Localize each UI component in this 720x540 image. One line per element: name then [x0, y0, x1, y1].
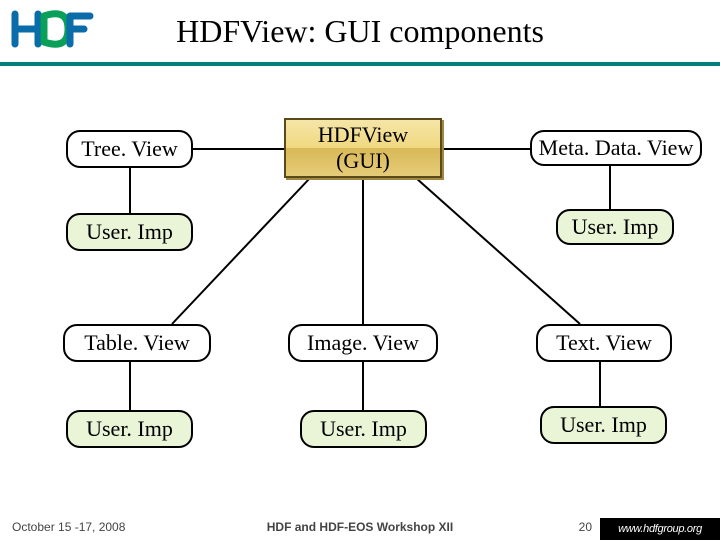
node-hdfview-gui: HDFView (GUI): [284, 118, 442, 178]
slide-title: HDFView: GUI components: [0, 13, 720, 50]
label-user-imp-bc: User. Imp: [320, 416, 407, 442]
label-user-imp-br: User. Imp: [560, 412, 647, 438]
node-user-imp-bottom-left: User. Imp: [66, 410, 193, 448]
label-text-view: Text. View: [556, 330, 652, 356]
label-table-view: Table. View: [84, 330, 189, 356]
footer: October 15 -17, 2008 HDF and HDF-EOS Wor…: [0, 514, 720, 540]
label-image-view: Image. View: [307, 330, 419, 356]
label-meta-data-view: Meta. Data. View: [539, 135, 694, 161]
node-image-view: Image. View: [288, 324, 438, 362]
node-meta-data-view: Meta. Data. View: [530, 130, 702, 166]
label-user-imp-tr: User. Imp: [572, 214, 659, 240]
node-tree-view: Tree. View: [66, 130, 193, 168]
label-user-imp-tl: User. Imp: [86, 219, 173, 245]
node-user-imp-top-left: User. Imp: [66, 213, 193, 251]
node-table-view: Table. View: [63, 324, 211, 362]
title-bar: HDFView: GUI components: [0, 0, 720, 66]
node-user-imp-bottom-center: User. Imp: [300, 410, 427, 448]
node-user-imp-top-right: User. Imp: [556, 209, 674, 245]
diagram-area: HDFView (GUI) Tree. View Meta. Data. Vie…: [0, 66, 720, 486]
node-text-view: Text. View: [536, 324, 672, 362]
central-line2: (GUI): [336, 148, 390, 174]
footer-page-number: 20: [579, 520, 592, 534]
footer-url: www.hdfgroup.org: [600, 518, 720, 540]
node-user-imp-bottom-right: User. Imp: [540, 406, 667, 444]
central-line1: HDFView: [318, 122, 408, 148]
label-user-imp-bl: User. Imp: [86, 416, 173, 442]
label-tree-view: Tree. View: [81, 136, 177, 162]
hdf-logo: [10, 4, 100, 54]
